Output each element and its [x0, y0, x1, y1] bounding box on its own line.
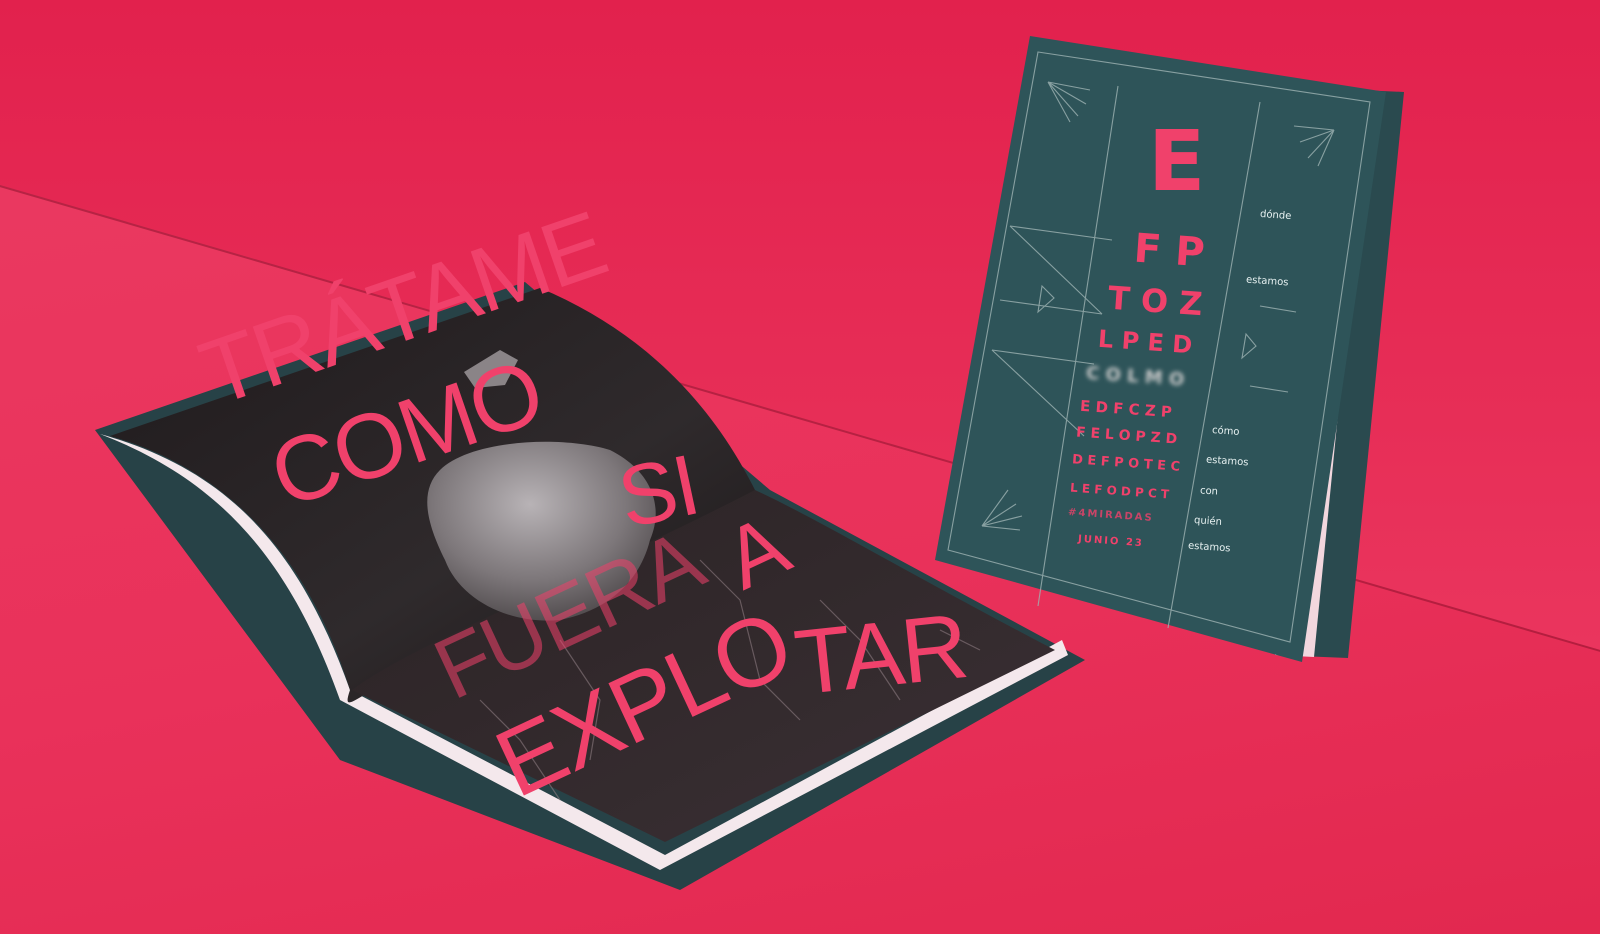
product-photo: E F P T O Z L P E D C O L M O E D F C Z … — [0, 0, 1600, 934]
spread-word-tar: TAR — [790, 595, 972, 715]
magazine-shape — [95, 282, 1085, 890]
open-magazine: TRÁTAME COMO SI FUERA A EXPLO TAR — [0, 0, 1600, 934]
